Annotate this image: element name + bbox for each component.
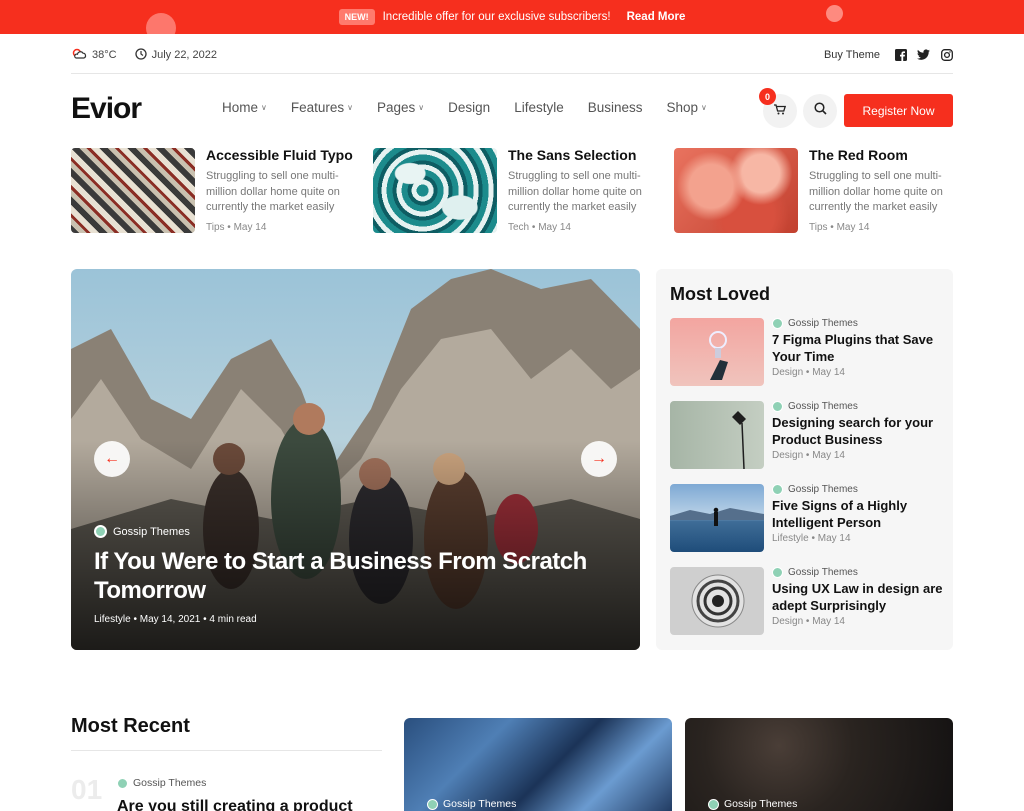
cart-icon xyxy=(774,102,787,120)
post-card[interactable]: Gossip Themes xyxy=(404,718,672,811)
post-author[interactable]: Gossip Themes xyxy=(427,798,516,810)
avatar xyxy=(772,318,783,329)
main-nav: Home ∨ Features ∨ Pages ∨ Design Lifestyle … xyxy=(222,100,707,115)
post-meta: Tech • May 14 xyxy=(508,221,571,233)
mini-post[interactable]: The Red Room Struggling to sell one mult… xyxy=(674,148,964,248)
post-thumbnail[interactable] xyxy=(670,484,764,552)
list-item[interactable]: Gossip Themes Using UX Law in design are… xyxy=(670,567,945,637)
most-loved-widget: Most Loved Gossip Themes 7 Figma Plugins… xyxy=(656,269,953,650)
mini-post[interactable]: Accessible Fluid Typo Struggling to sell… xyxy=(71,148,361,248)
post-title[interactable]: Using UX Law in design are adept Surpris… xyxy=(772,581,945,614)
nav-item-business[interactable]: Business xyxy=(588,100,643,115)
post-card[interactable]: Gossip Themes xyxy=(685,718,953,811)
post-meta: Design • May 14 xyxy=(772,616,845,627)
nav-item-shop[interactable]: Shop ∨ xyxy=(667,100,707,115)
search-button[interactable] xyxy=(803,94,837,128)
nav-item-pages[interactable]: Pages ∨ xyxy=(377,100,424,115)
post-excerpt: Struggling to sell one multi-million dol… xyxy=(809,170,943,213)
weather-temp: 38°C xyxy=(92,49,117,61)
cart-button[interactable]: 0 xyxy=(759,88,797,128)
chevron-down-icon: ∨ xyxy=(261,103,267,112)
avatar xyxy=(117,777,128,789)
hero-title[interactable]: If You Were to Start a Business From Scr… xyxy=(94,547,624,605)
utility-bar: 38°C July 22, 2022 Buy Theme xyxy=(71,44,953,66)
avatar xyxy=(708,798,719,810)
instagram-icon[interactable] xyxy=(940,49,953,62)
post-meta: Tips • May 14 xyxy=(206,221,267,233)
arrow-left-icon: ← xyxy=(104,450,120,467)
arrow-right-icon: → xyxy=(591,450,607,467)
twitter-icon[interactable] xyxy=(917,49,930,62)
post-excerpt: Struggling to sell one multi-million dol… xyxy=(206,170,340,213)
list-item[interactable]: Gossip Themes Five Signs of a Highly Int… xyxy=(670,484,945,554)
divider xyxy=(71,73,953,74)
slider-next-button[interactable]: → xyxy=(581,441,617,477)
nav-item-design[interactable]: Design xyxy=(448,100,490,115)
post-author[interactable]: Gossip Themes xyxy=(708,798,797,810)
post-thumbnail[interactable] xyxy=(71,148,195,233)
date: July 22, 2022 xyxy=(134,47,218,63)
avatar xyxy=(772,401,783,412)
avatar xyxy=(427,798,438,810)
post-author[interactable]: Gossip Themes xyxy=(772,484,945,495)
chevron-down-icon: ∨ xyxy=(701,103,707,112)
post-thumbnail[interactable] xyxy=(674,148,798,233)
mini-post[interactable]: The Sans Selection Struggling to sell on… xyxy=(373,148,663,248)
social-links xyxy=(894,49,953,62)
nav-item-lifestyle[interactable]: Lifestyle xyxy=(514,100,564,115)
clock-icon xyxy=(134,47,147,63)
post-title[interactable]: Accessible Fluid Typo xyxy=(206,148,361,163)
divider xyxy=(71,750,382,751)
promo-bar: NEW! Incredible offer for our exclusive … xyxy=(0,0,1024,34)
post-meta: Tips • May 14 xyxy=(809,221,870,233)
post-number: 01 xyxy=(71,774,103,805)
search-icon xyxy=(813,102,827,120)
promo-text: Incredible offer for our exclusive subsc… xyxy=(382,11,611,23)
facebook-icon[interactable] xyxy=(894,49,907,62)
new-badge: NEW! xyxy=(338,9,375,25)
buy-theme-link[interactable]: Buy Theme xyxy=(824,49,880,61)
section-title: Most Recent xyxy=(71,715,190,737)
post-title[interactable]: The Sans Selection xyxy=(508,148,663,163)
post-meta: Lifestyle • May 14 xyxy=(772,533,851,544)
avatar xyxy=(772,484,783,495)
chevron-down-icon: ∨ xyxy=(347,103,354,112)
nav-item-home[interactable]: Home ∨ xyxy=(222,100,267,115)
hero-slide[interactable]: ← → Gossip Themes If You Were to Start a… xyxy=(71,269,640,650)
site-logo[interactable]: Evior xyxy=(71,92,142,126)
post-title[interactable]: Designing search for your Product Busine… xyxy=(772,415,945,448)
current-date: July 22, 2022 xyxy=(151,49,218,61)
post-thumbnail[interactable] xyxy=(373,148,497,233)
list-item[interactable]: Gossip Themes Designing search for your … xyxy=(670,401,945,471)
post-meta: Lifestyle • May 14, 2021 • 4 min read xyxy=(94,614,257,625)
post-thumbnail[interactable] xyxy=(670,401,764,469)
weather-icon xyxy=(71,47,87,63)
post-meta: Design • May 14 xyxy=(772,450,845,461)
post-title[interactable]: 7 Figma Plugins that Save Your Time xyxy=(772,332,945,365)
post-author[interactable]: Gossip Themes xyxy=(772,318,945,329)
slider-prev-button[interactable]: ← xyxy=(94,441,130,477)
read-more-link[interactable]: Read More xyxy=(627,11,686,23)
post-thumbnail[interactable] xyxy=(670,318,764,386)
post-excerpt: Struggling to sell one multi-million dol… xyxy=(508,170,642,213)
register-button[interactable]: Register Now xyxy=(844,94,953,127)
post-author[interactable]: Gossip Themes xyxy=(772,401,945,412)
post-title[interactable]: Five Signs of a Highly Intelligent Perso… xyxy=(772,498,945,531)
avatar xyxy=(94,525,107,538)
post-author[interactable]: Gossip Themes xyxy=(94,525,190,538)
cart-count-badge: 0 xyxy=(759,88,776,105)
nav-item-features[interactable]: Features ∨ xyxy=(291,100,353,115)
chevron-down-icon: ∨ xyxy=(418,103,425,112)
list-item[interactable]: Gossip Themes 7 Figma Plugins that Save … xyxy=(670,318,945,388)
section-title: Most Loved xyxy=(670,284,771,304)
weather: 38°C xyxy=(71,47,117,63)
post-title[interactable]: Are you still creating a product xyxy=(117,798,353,811)
post-meta: Design • May 14 xyxy=(772,367,845,378)
post-author[interactable]: Gossip Themes xyxy=(117,777,206,789)
post-title[interactable]: The Red Room xyxy=(809,148,964,163)
post-thumbnail[interactable] xyxy=(670,567,764,635)
post-author[interactable]: Gossip Themes xyxy=(772,567,945,578)
avatar xyxy=(772,567,783,578)
